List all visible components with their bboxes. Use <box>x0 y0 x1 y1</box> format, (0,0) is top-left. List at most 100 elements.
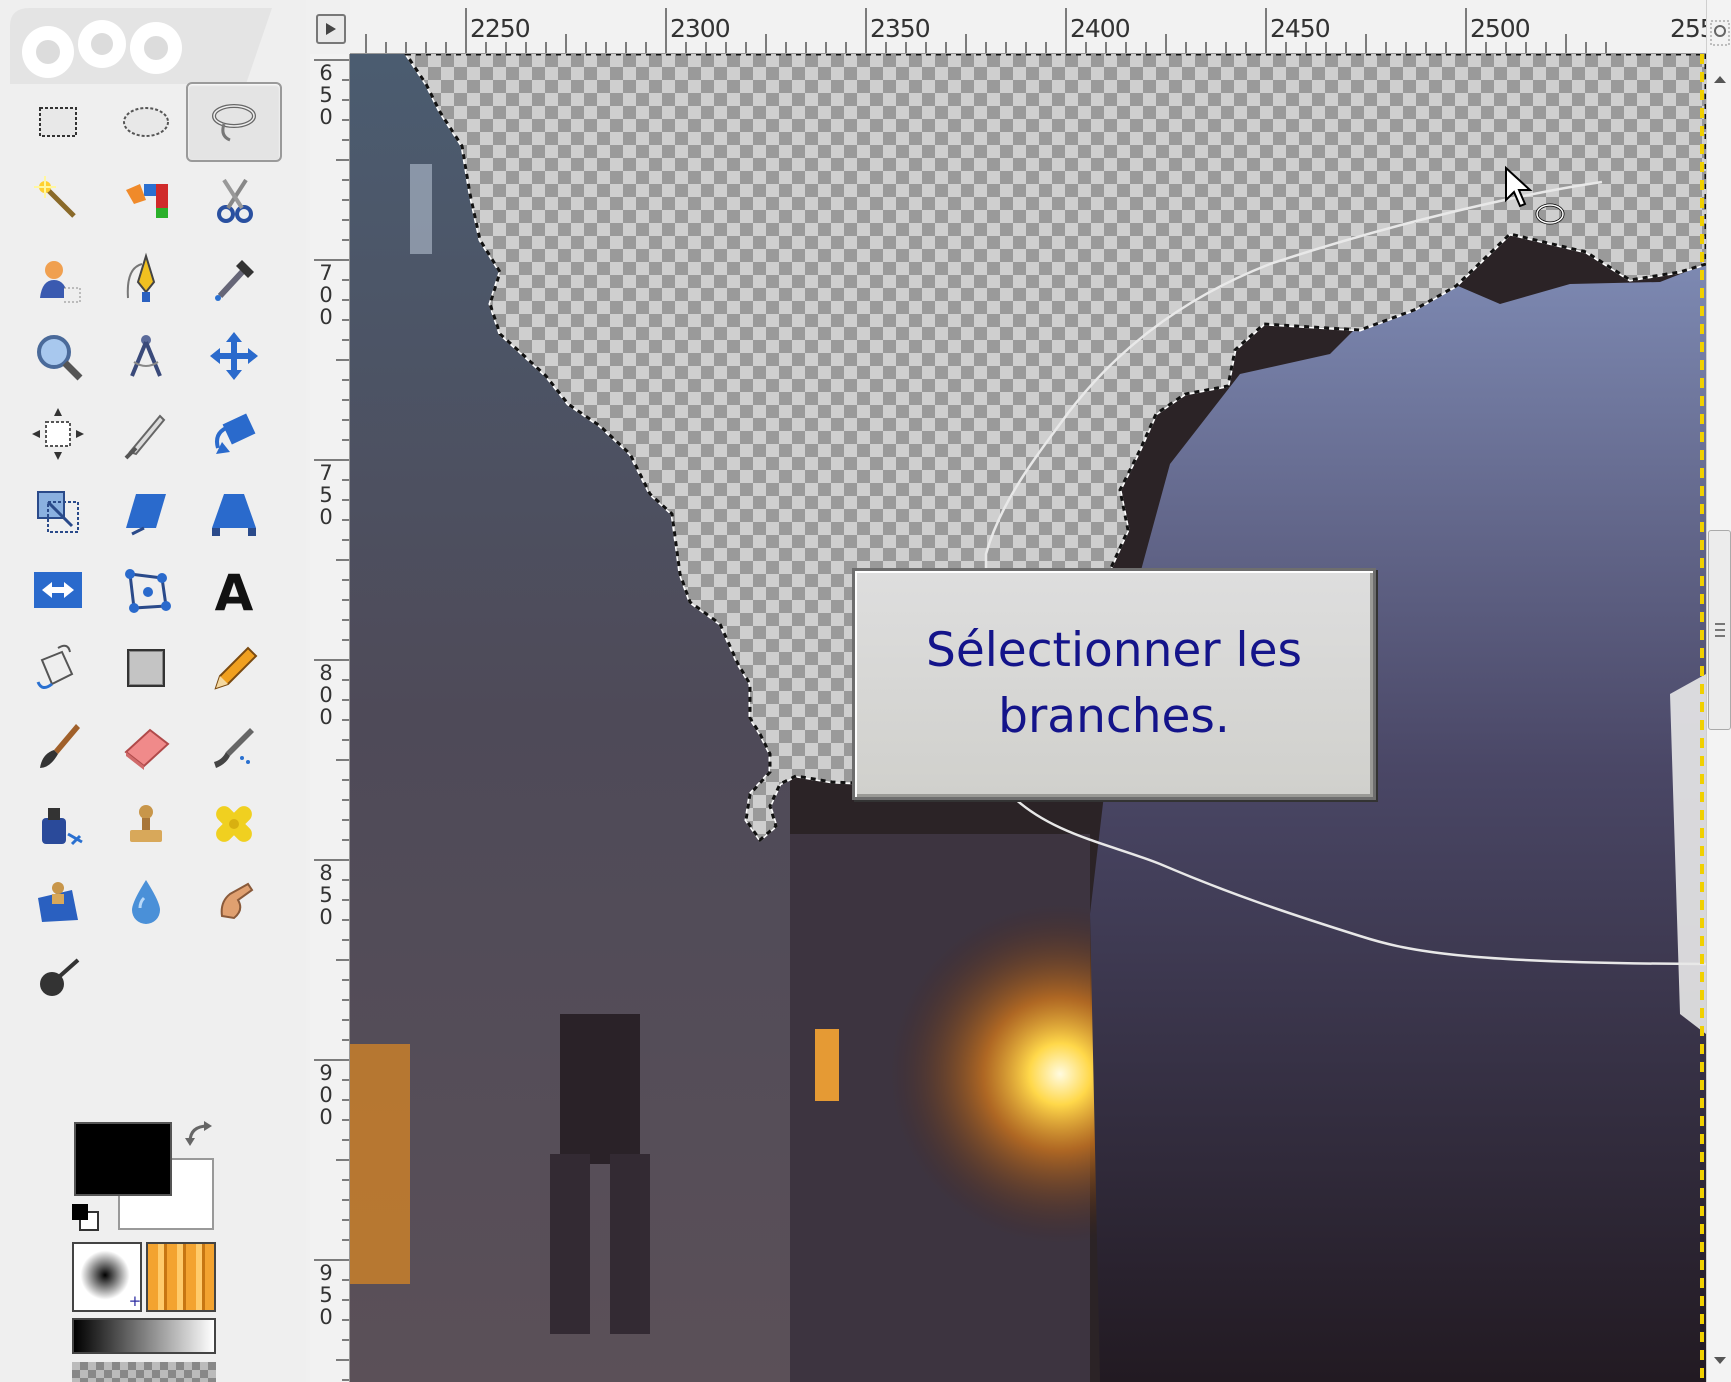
heal-bandage-icon <box>216 806 252 842</box>
instruction-text: Sélectionner les branches. <box>925 623 1303 744</box>
zoom-icon[interactable] <box>1710 20 1730 46</box>
tool-flip-button[interactable] <box>10 550 106 630</box>
tool-free-select-button[interactable] <box>186 82 282 162</box>
shear-icon <box>126 494 166 536</box>
text-a-icon: A <box>215 564 254 620</box>
ruler-label: 2400 <box>1070 14 1131 43</box>
foreground-select-icon <box>40 261 81 303</box>
tool-select-by-color-button[interactable] <box>98 160 194 240</box>
horizontal-ruler[interactable]: 2250 2300 2350 2400 2450 2500 255 <box>350 0 1706 54</box>
tool-eraser-button[interactable] <box>98 706 194 786</box>
ruler-label: 2250 <box>470 14 531 43</box>
paths-pen-icon <box>126 252 156 302</box>
instruction-callout: Sélectionner les branches. <box>852 568 1376 800</box>
tool-perspective-clone-button[interactable] <box>10 862 106 942</box>
tool-text-button[interactable]: A <box>186 550 282 630</box>
quick-mask-toggle-button[interactable] <box>316 14 346 44</box>
gradient-preview[interactable] <box>72 1318 216 1354</box>
ruler-label: 650 <box>319 61 333 129</box>
eyedropper-icon <box>215 260 254 301</box>
tool-dodge-burn-button[interactable] <box>10 940 106 1020</box>
tool-zoom-button[interactable] <box>10 316 106 396</box>
image-canvas[interactable]: Sélectionner les branches. <box>350 54 1706 1382</box>
tool-rotate-button[interactable] <box>186 394 282 474</box>
ruler-label: 255 <box>1670 14 1706 43</box>
tool-rect-select-button[interactable] <box>10 82 106 162</box>
tool-ink-button[interactable] <box>10 784 106 864</box>
tool-clone-button[interactable] <box>98 784 194 864</box>
tool-measure-button[interactable] <box>98 316 194 396</box>
tool-perspective-button[interactable] <box>186 472 282 552</box>
pencil-icon <box>214 646 258 690</box>
tool-paintbrush-button[interactable] <box>10 706 106 786</box>
tool-ellipse-select-button[interactable] <box>98 82 194 162</box>
foreground-color-swatch[interactable] <box>74 1122 172 1196</box>
magic-wand-icon <box>34 176 76 218</box>
tool-scale-button[interactable] <box>10 472 106 552</box>
fuzzy-brush-icon: + <box>80 1250 141 1310</box>
ruler-label: 2500 <box>1470 14 1531 43</box>
tool-fuzzy-select-button[interactable] <box>10 160 106 240</box>
ruler-label: 950 <box>319 1261 333 1329</box>
magnifier-icon <box>37 335 83 381</box>
paintbrush-icon <box>40 724 80 768</box>
tool-airbrush-button[interactable] <box>186 706 282 786</box>
ruler-label: 700 <box>319 261 333 329</box>
ruler-label: 750 <box>319 461 333 529</box>
gradient-icon <box>127 649 165 687</box>
tool-foreground-select-button[interactable] <box>10 238 106 318</box>
tool-pencil-button[interactable] <box>186 628 282 708</box>
lasso-icon <box>212 104 256 142</box>
vertical-ruler[interactable]: 650 700 750 800 850 900 950 <box>310 54 350 1382</box>
rotate-icon <box>215 413 256 454</box>
eraser-icon <box>124 728 170 770</box>
ellipse-select-icon <box>123 107 169 137</box>
tool-move-button[interactable] <box>186 316 282 396</box>
ruler-label: 2450 <box>1270 14 1331 43</box>
ruler-label: 2350 <box>870 14 931 43</box>
airbrush-icon <box>214 728 254 768</box>
tool-align-button[interactable] <box>10 394 106 474</box>
rectangle-select-icon <box>39 107 77 137</box>
tool-color-picker-button[interactable] <box>186 238 282 318</box>
tool-blur-sharpen-button[interactable] <box>98 862 194 942</box>
scroll-down-arrow-icon[interactable] <box>1712 1352 1728 1368</box>
scroll-up-arrow-icon[interactable] <box>1712 72 1728 88</box>
tool-crop-button[interactable] <box>98 394 194 474</box>
flip-icon <box>34 572 82 608</box>
default-colors-icon[interactable] <box>70 1202 102 1234</box>
color-area <box>68 1118 228 1238</box>
grip-icon <box>1715 623 1725 637</box>
image-preview-strip <box>72 1362 216 1382</box>
clone-stamp-icon <box>130 805 162 842</box>
ruler-label: 2300 <box>670 14 731 43</box>
tool-smudge-button[interactable] <box>186 862 282 942</box>
perspective-clone-icon <box>38 882 78 922</box>
scrollbar-thumb[interactable] <box>1708 530 1731 730</box>
toolbox: A + <box>0 0 306 1382</box>
smudge-finger-icon <box>220 882 254 920</box>
select-by-color-icon <box>126 184 168 218</box>
move-arrows-icon <box>210 332 258 380</box>
tool-scissors-select-button[interactable] <box>186 160 282 240</box>
ruler-label: 800 <box>319 661 333 729</box>
ruler-label: 900 <box>319 1061 333 1129</box>
swap-colors-icon[interactable] <box>184 1120 218 1150</box>
dodge-burn-icon <box>40 958 80 996</box>
play-arrow-icon <box>326 23 336 35</box>
svg-text:A: A <box>215 564 254 620</box>
gimp-window: A + 2250 2300 2350 <box>0 0 1731 1382</box>
tool-blend-button[interactable] <box>98 628 194 708</box>
brush-preview[interactable]: + <box>72 1242 142 1312</box>
tool-paths-button[interactable] <box>98 238 194 318</box>
pattern-preview[interactable] <box>146 1242 216 1312</box>
compass-icon <box>130 335 162 377</box>
tool-bucket-fill-button[interactable] <box>10 628 106 708</box>
lasso-cursor-icon <box>1505 165 1565 225</box>
water-drop-icon <box>132 880 160 924</box>
tool-shear-button[interactable] <box>98 472 194 552</box>
wilber-logo <box>10 8 272 84</box>
tool-heal-button[interactable] <box>186 784 282 864</box>
tool-cage-transform-button[interactable] <box>98 550 194 630</box>
align-icon <box>32 408 84 460</box>
